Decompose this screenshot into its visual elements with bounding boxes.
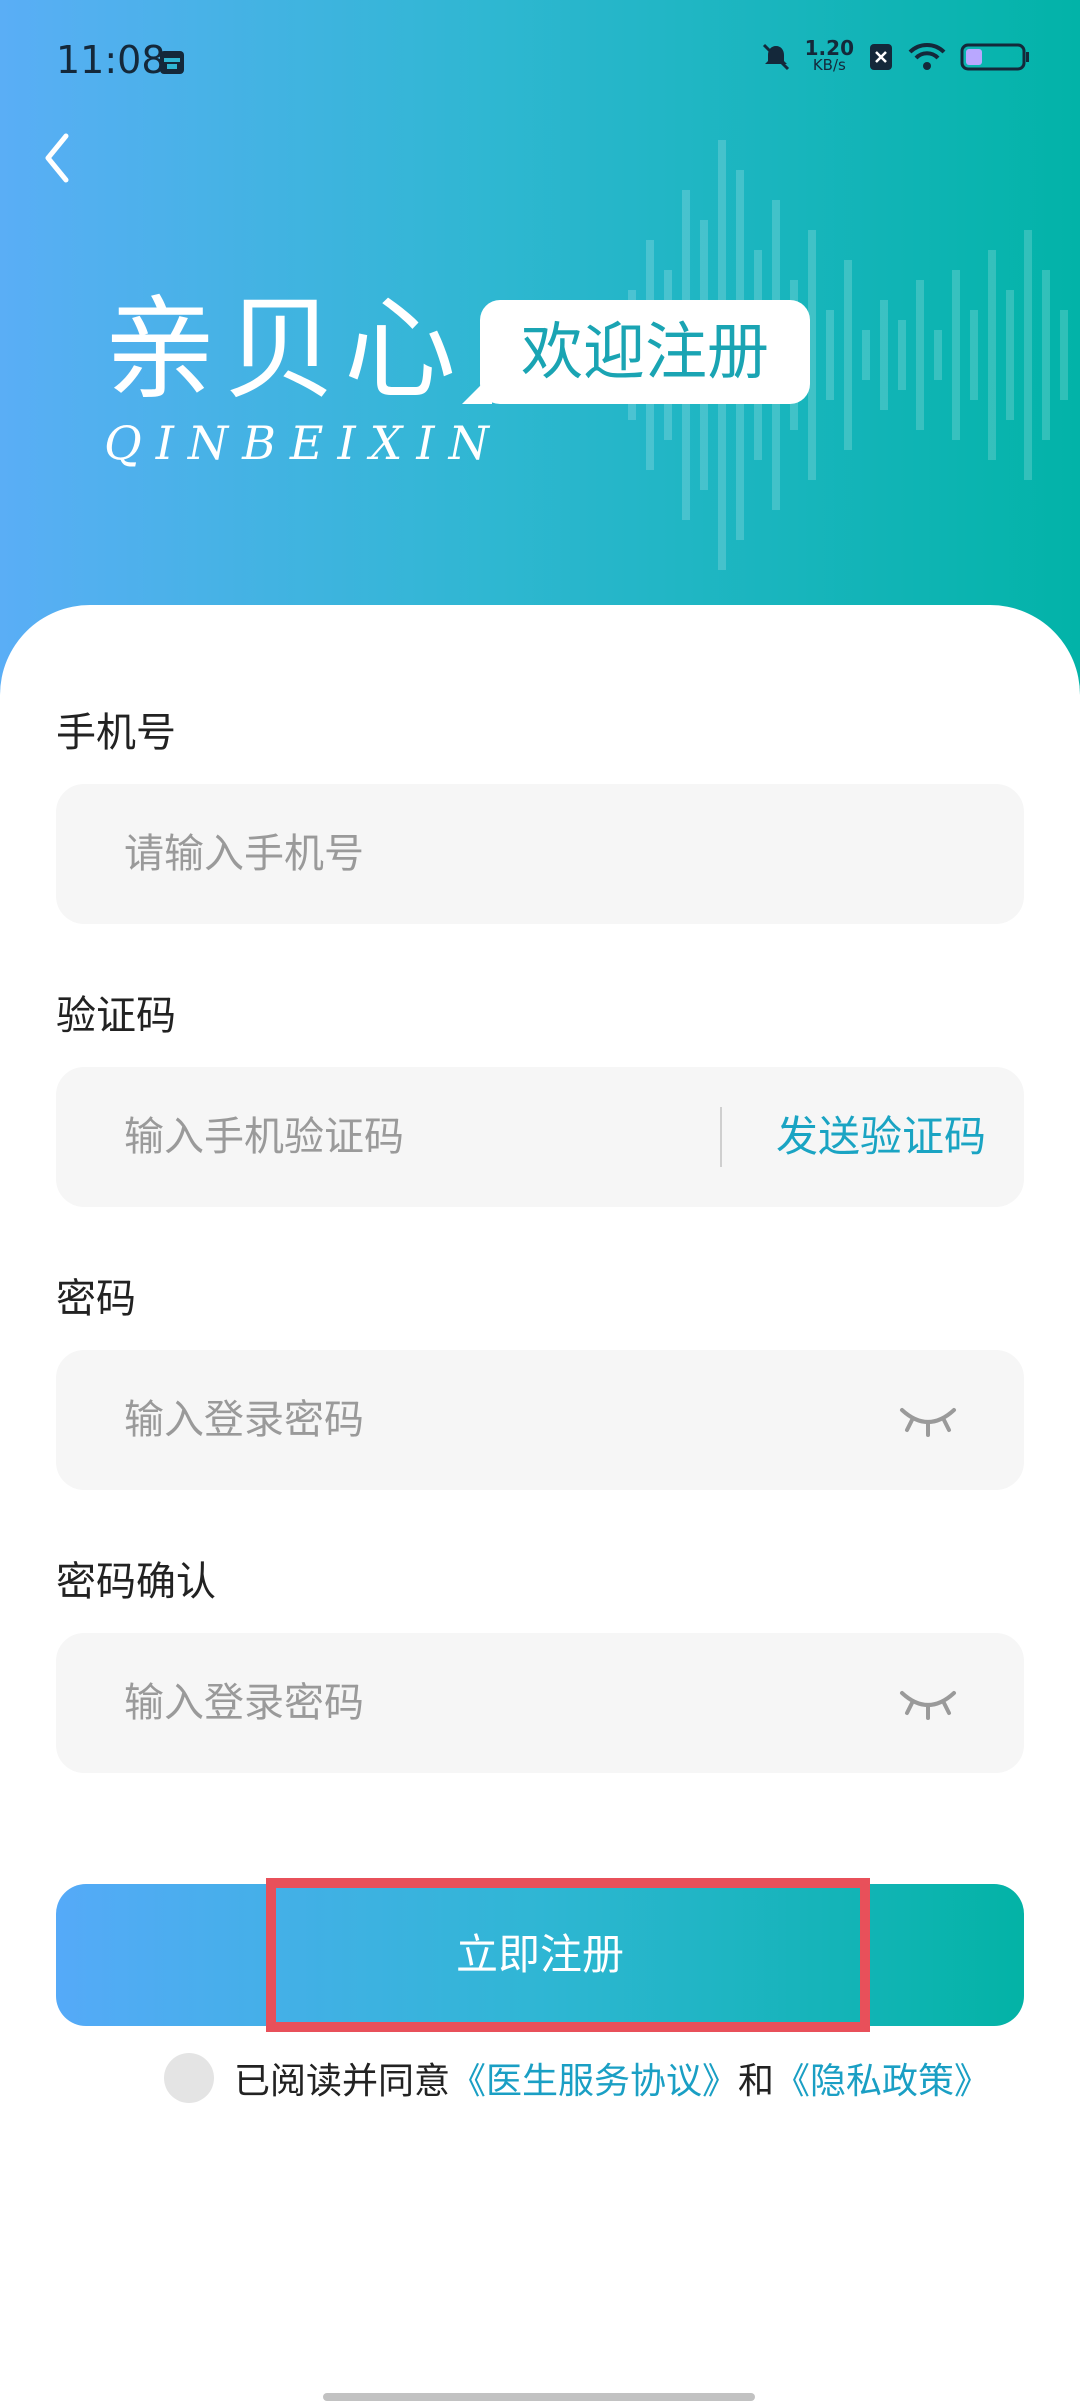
password-label: 密码 [56, 1276, 136, 1322]
password-input[interactable]: 输入登录密码 [56, 1350, 1024, 1490]
silent-bell-icon [762, 43, 789, 71]
status-time: 11:08 [56, 38, 166, 82]
sim-icon [870, 44, 892, 70]
network-speed: 1.20 KB/s [804, 36, 854, 74]
phone-placeholder: 请输入手机号 [124, 831, 364, 877]
doctor-terms-link[interactable]: 《医生服务协议》 [450, 2052, 738, 2104]
phone-input[interactable]: 请输入手机号 [56, 784, 1024, 924]
field-divider [720, 1107, 722, 1167]
wifi-icon [908, 42, 946, 70]
highlight-box [266, 1878, 870, 2032]
status-icons: 1.20 KB/s [761, 36, 1030, 74]
verification-code-input[interactable]: 输入手机验证码 发送验证码 [56, 1067, 1024, 1207]
send-code-button[interactable]: 发送验证码 [776, 1067, 986, 1207]
home-indicator [323, 2393, 755, 2401]
agreement-row: 已阅读并同意 《医生服务协议》 和 《隐私政策》 [164, 2052, 990, 2104]
calendar-icon [160, 51, 184, 74]
back-chevron-icon[interactable] [38, 128, 78, 188]
logo-chinese: 亲贝心 [104, 285, 464, 415]
logo-english: QINBEIXIN [104, 416, 503, 470]
status-bar: 11:08 1.20 KB/s [0, 0, 1080, 120]
agreement-and: 和 [738, 2061, 775, 2102]
password-placeholder: 输入登录密码 [124, 1397, 364, 1443]
eye-closed-icon[interactable] [898, 1400, 958, 1440]
confirm-password-label: 密码确认 [56, 1559, 216, 1605]
agree-checkbox[interactable] [164, 2053, 214, 2103]
header-banner: 11:08 1.20 KB/s 亲贝心 QINBEIXIN 欢迎注册 [0, 0, 1080, 700]
battery-icon [960, 43, 1029, 71]
agreement-prefix: 已阅读并同意 [234, 2061, 451, 2102]
eye-closed-icon[interactable] [898, 1683, 958, 1723]
code-label: 验证码 [56, 993, 176, 1039]
welcome-bubble: 欢迎注册 [462, 300, 810, 404]
phone-label: 手机号 [56, 710, 176, 756]
privacy-policy-link[interactable]: 《隐私政策》 [774, 2052, 990, 2104]
confirm-password-placeholder: 输入登录密码 [124, 1680, 364, 1726]
confirm-password-input[interactable]: 输入登录密码 [56, 1633, 1024, 1773]
brand-logo: 亲贝心 QINBEIXIN [104, 290, 503, 470]
code-placeholder: 输入手机验证码 [124, 1114, 404, 1160]
